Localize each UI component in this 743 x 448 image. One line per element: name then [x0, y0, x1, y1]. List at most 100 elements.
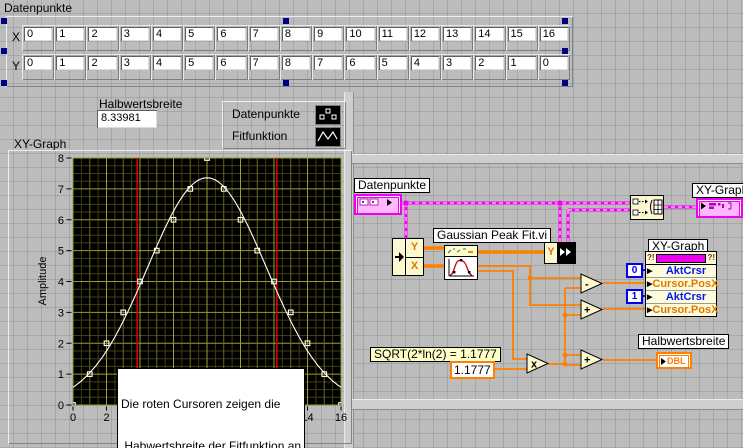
- error-glyph: ?!: [707, 253, 715, 262]
- numeric-input[interactable]: 5: [378, 56, 407, 70]
- input-arrow-icon: ▶: [647, 267, 653, 275]
- numeric-input[interactable]: 8: [281, 56, 311, 70]
- numeric-input[interactable]: 2: [475, 56, 504, 70]
- numeric-input[interactable]: 7: [249, 56, 278, 70]
- numeric-input[interactable]: 16: [539, 27, 568, 41]
- array-element: 2: [86, 54, 118, 80]
- array-element: 15: [506, 25, 538, 51]
- legend-item-datenpunkte[interactable]: Datenpunkte: [232, 107, 300, 121]
- constant-0[interactable]: 0: [626, 263, 643, 278]
- graph-terminal-icon: [699, 201, 740, 217]
- legend-point-style-icon[interactable]: [315, 105, 341, 125]
- labview-workspace: Datenpunkte X Y 0 1 2 3 4 5 6 7 8 9 10 11 12 13 14 15 16…: [0, 0, 743, 448]
- numeric-input[interactable]: 1: [56, 56, 85, 70]
- bundle-y-input: Y: [545, 243, 558, 263]
- property-row-cursor-posx-1[interactable]: ▶ Cursor.PosX: [646, 304, 718, 316]
- selection-handle[interactable]: [562, 18, 568, 24]
- constant-1[interactable]: 1: [626, 289, 643, 304]
- svg-text:1: 1: [58, 369, 64, 381]
- numeric-input[interactable]: 3: [120, 56, 149, 70]
- svg-text:4: 4: [58, 277, 64, 289]
- legend-item-fitfunktion[interactable]: Fitfunktion: [232, 129, 287, 143]
- gaussian-peak-fit-vi-icon[interactable]: [444, 245, 478, 280]
- constant-1-1777[interactable]: 1.1777: [450, 361, 495, 379]
- numeric-input[interactable]: 4: [152, 56, 182, 70]
- numeric-input[interactable]: 5: [185, 27, 214, 41]
- array-element: 7: [312, 54, 344, 80]
- property-row-aktcrsr-1[interactable]: ▶ AktCrsr: [646, 291, 716, 304]
- numeric-input[interactable]: 4: [152, 27, 182, 41]
- add-node-2[interactable]: +: [580, 349, 604, 370]
- annotation-line1: Die roten Cursoren zeigen die: [121, 397, 281, 411]
- halbwertsbreite-dbl-terminal[interactable]: DBL: [656, 352, 692, 369]
- numeric-input[interactable]: 1: [56, 27, 85, 41]
- array-element: 1: [54, 25, 86, 51]
- subtract-node[interactable]: -: [580, 273, 604, 294]
- numeric-input[interactable]: 7: [249, 27, 278, 41]
- numeric-input[interactable]: 10: [346, 27, 375, 41]
- svg-text:2: 2: [103, 412, 109, 424]
- multiply-node[interactable]: x: [526, 353, 550, 374]
- selection-handle[interactable]: [1, 18, 7, 24]
- selection-handle[interactable]: [1, 48, 7, 54]
- xy-graph-property-node[interactable]: ?! ?! ▶ AktCrsr ▶ Cursor.PosX ▶ AktCrsr …: [645, 251, 718, 317]
- numeric-input[interactable]: 8: [281, 27, 311, 41]
- array-element: 1: [54, 54, 86, 80]
- array-element: 5: [183, 54, 215, 80]
- numeric-input[interactable]: 2: [88, 56, 117, 70]
- array-element: 10: [344, 25, 376, 51]
- selection-handle[interactable]: [562, 48, 568, 54]
- xy-graph-terminal[interactable]: [696, 198, 743, 218]
- svg-text:0: 0: [70, 412, 76, 424]
- unbundle-y-output: Y: [406, 239, 423, 258]
- array-element: 6: [215, 25, 247, 51]
- array-element: 3: [119, 25, 151, 51]
- numeric-input[interactable]: 11: [378, 27, 407, 41]
- selection-handle[interactable]: [562, 80, 568, 86]
- numeric-input[interactable]: 6: [217, 56, 246, 70]
- array-element: 14: [473, 25, 505, 51]
- numeric-input[interactable]: 2: [88, 27, 117, 41]
- build-array-node[interactable]: [630, 195, 664, 220]
- svg-text:+: +: [584, 355, 590, 367]
- svg-text:6: 6: [58, 215, 64, 227]
- array-element: 13: [441, 25, 473, 51]
- numeric-input[interactable]: 3: [443, 56, 472, 70]
- array-element: 6: [344, 54, 376, 80]
- input-arrow-icon: ▶: [647, 293, 653, 301]
- bundle-node[interactable]: Y: [544, 242, 576, 264]
- numeric-input[interactable]: 0: [539, 56, 568, 70]
- diagram-top-border: [352, 154, 743, 164]
- x-array: 0 1 2 3 4 5 6 7 8 9 10 11 12 13 14 15 16: [22, 25, 570, 47]
- numeric-input[interactable]: 1: [507, 56, 536, 70]
- numeric-input[interactable]: 6: [217, 27, 246, 41]
- array-element: 7: [248, 54, 280, 80]
- numeric-input[interactable]: 0: [24, 27, 53, 41]
- property-row-cursor-posx-0[interactable]: ▶ Cursor.PosX: [646, 278, 718, 291]
- unbundle-x-output: X: [410, 259, 419, 272]
- unbundle-node[interactable]: Y X: [392, 238, 424, 276]
- numeric-input[interactable]: 5: [185, 56, 214, 70]
- selection-handle[interactable]: [283, 18, 289, 24]
- array-element: 5: [377, 54, 409, 80]
- numeric-input[interactable]: 4: [410, 56, 440, 70]
- x-array-label: X: [12, 30, 21, 44]
- numeric-input[interactable]: 13: [443, 27, 472, 41]
- input-arrow-icon: [661, 358, 666, 365]
- numeric-input[interactable]: 14: [475, 27, 504, 41]
- numeric-input[interactable]: 15: [507, 27, 536, 41]
- selection-handle[interactable]: [283, 80, 289, 86]
- numeric-input[interactable]: 0: [24, 56, 53, 70]
- numeric-input[interactable]: 9: [314, 27, 343, 41]
- svg-text:0: 0: [58, 400, 64, 412]
- add-node-1[interactable]: +: [580, 299, 604, 320]
- selection-handle[interactable]: [1, 80, 7, 86]
- numeric-input[interactable]: 6: [346, 56, 375, 70]
- array-element: 1: [506, 54, 538, 80]
- legend-line-style-icon[interactable]: [315, 127, 341, 147]
- numeric-input[interactable]: 7: [314, 56, 343, 70]
- numeric-input[interactable]: 3: [120, 27, 149, 41]
- property-row-aktcrsr-0[interactable]: ▶ AktCrsr: [646, 265, 716, 278]
- numeric-input[interactable]: 12: [410, 27, 440, 41]
- datenpunkte-terminal[interactable]: [354, 194, 402, 215]
